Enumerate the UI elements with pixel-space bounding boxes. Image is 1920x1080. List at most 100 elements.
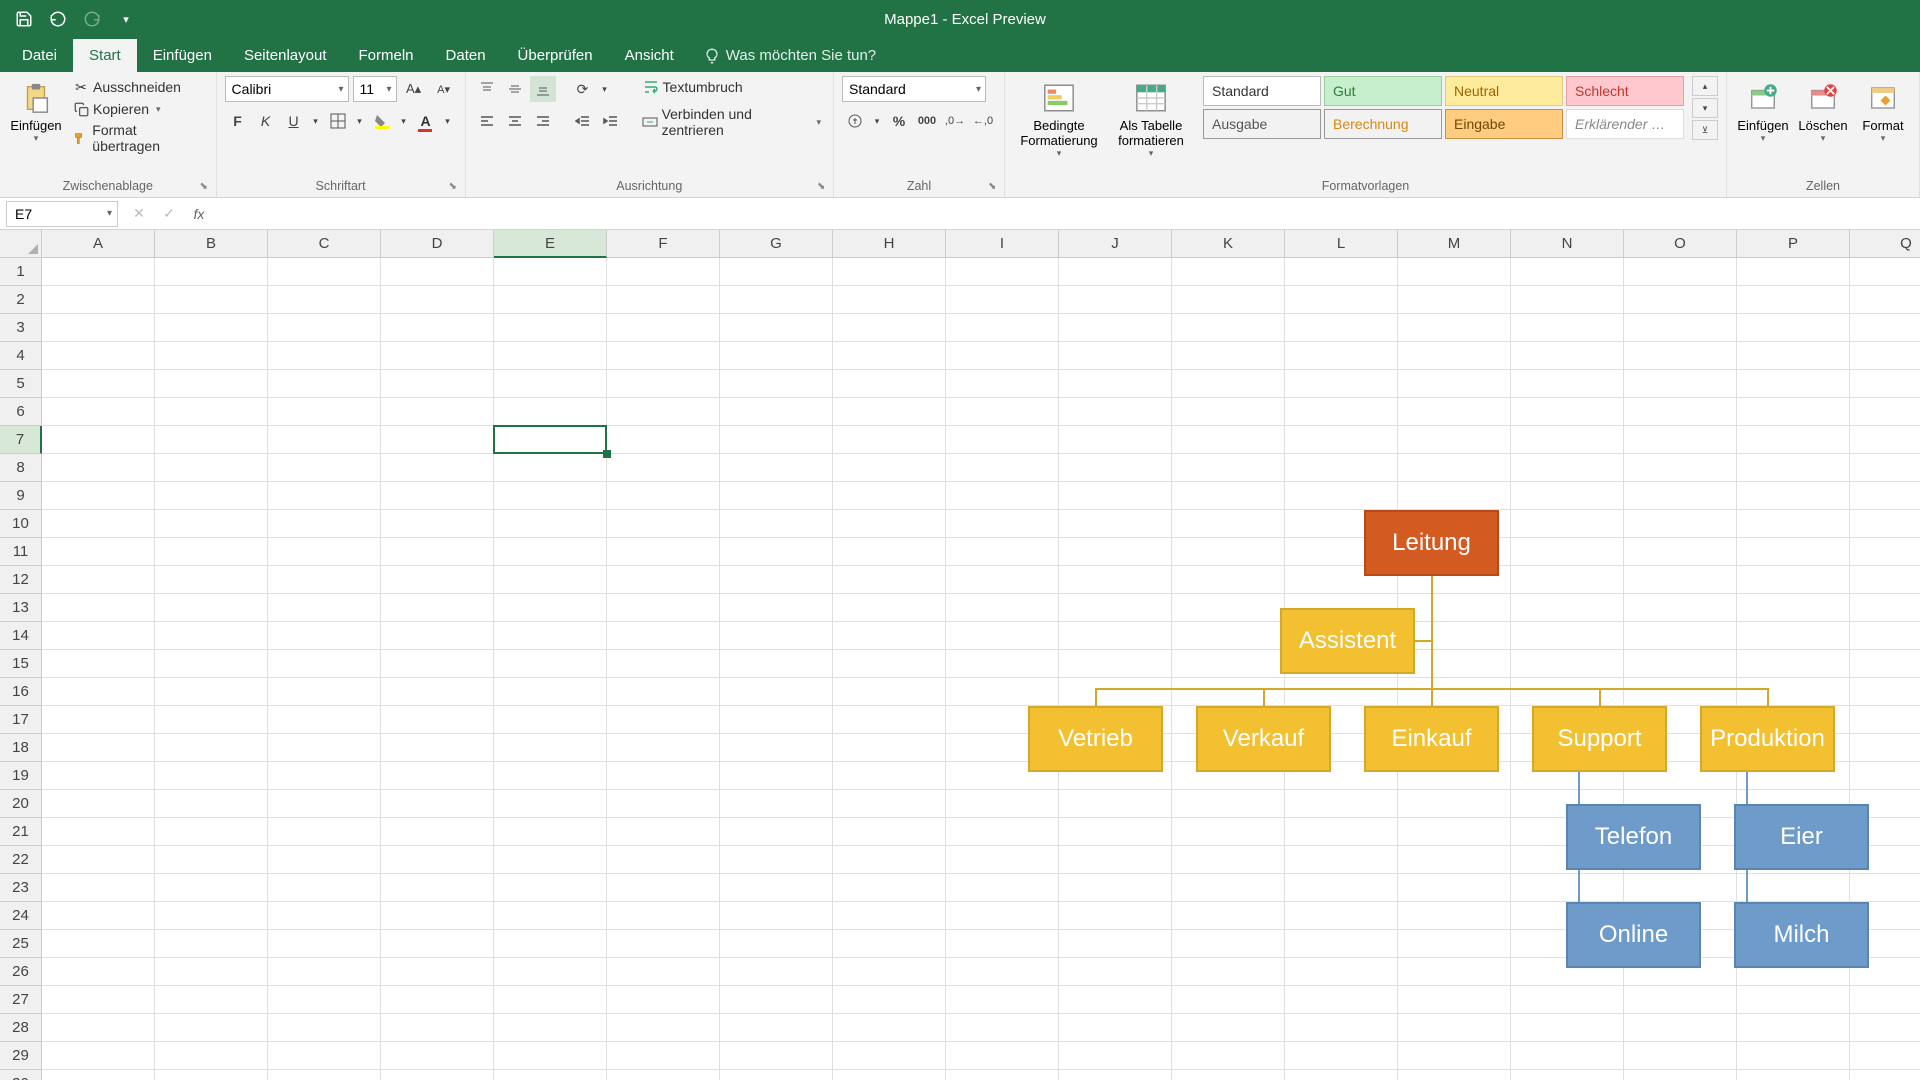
align-middle-icon[interactable] xyxy=(502,76,528,102)
styles-more-icon[interactable]: ⊻ xyxy=(1692,120,1718,140)
cell[interactable] xyxy=(946,790,1059,818)
cell[interactable] xyxy=(946,258,1059,286)
cell[interactable] xyxy=(1172,482,1285,510)
cell[interactable] xyxy=(720,846,833,874)
cell[interactable] xyxy=(833,538,946,566)
cell[interactable] xyxy=(1285,790,1398,818)
cell[interactable] xyxy=(1624,510,1737,538)
cell[interactable] xyxy=(155,398,268,426)
row-header[interactable]: 2 xyxy=(0,286,42,314)
cell[interactable] xyxy=(1172,818,1285,846)
cell-style-erklrender[interactable]: Erklärender … xyxy=(1566,109,1684,139)
cell[interactable] xyxy=(607,454,720,482)
cell[interactable] xyxy=(720,510,833,538)
cell[interactable] xyxy=(494,930,607,958)
org-node-online[interactable]: Online xyxy=(1566,902,1701,968)
cell[interactable] xyxy=(155,734,268,762)
cell[interactable] xyxy=(268,874,381,902)
org-node-einkauf[interactable]: Einkauf xyxy=(1364,706,1499,772)
cell[interactable] xyxy=(607,594,720,622)
cell[interactable] xyxy=(381,426,494,454)
cell[interactable] xyxy=(1737,622,1850,650)
cell[interactable] xyxy=(1850,342,1920,370)
cell[interactable] xyxy=(1285,846,1398,874)
align-right-icon[interactable] xyxy=(530,108,556,134)
save-icon[interactable] xyxy=(10,5,38,33)
cell[interactable] xyxy=(1398,958,1511,986)
cell[interactable] xyxy=(1398,986,1511,1014)
cell[interactable] xyxy=(720,258,833,286)
cell[interactable] xyxy=(607,342,720,370)
cell[interactable] xyxy=(381,650,494,678)
cell[interactable] xyxy=(1398,426,1511,454)
cell[interactable] xyxy=(946,902,1059,930)
cell[interactable] xyxy=(607,650,720,678)
row-header[interactable]: 24 xyxy=(0,902,42,930)
cell[interactable] xyxy=(1059,930,1172,958)
cell[interactable] xyxy=(42,818,155,846)
cell[interactable] xyxy=(720,958,833,986)
cell[interactable] xyxy=(494,594,607,622)
cell[interactable] xyxy=(833,342,946,370)
cell[interactable] xyxy=(268,650,381,678)
cell[interactable] xyxy=(720,454,833,482)
cell[interactable] xyxy=(381,818,494,846)
cell[interactable] xyxy=(720,986,833,1014)
cell[interactable] xyxy=(1737,650,1850,678)
cell[interactable] xyxy=(1624,454,1737,482)
cell[interactable] xyxy=(1059,846,1172,874)
cell[interactable] xyxy=(155,1042,268,1070)
cell[interactable] xyxy=(381,762,494,790)
org-node-assistent[interactable]: Assistent xyxy=(1280,608,1415,674)
cell[interactable] xyxy=(1511,986,1624,1014)
cell[interactable] xyxy=(1172,286,1285,314)
cell[interactable] xyxy=(1511,314,1624,342)
cell[interactable] xyxy=(381,342,494,370)
cell[interactable] xyxy=(268,454,381,482)
cell[interactable] xyxy=(720,594,833,622)
cell[interactable] xyxy=(494,986,607,1014)
cell[interactable] xyxy=(381,1014,494,1042)
cell[interactable] xyxy=(1172,258,1285,286)
row-header[interactable]: 6 xyxy=(0,398,42,426)
cell[interactable] xyxy=(268,846,381,874)
cell[interactable] xyxy=(946,286,1059,314)
align-bottom-icon[interactable] xyxy=(530,76,556,102)
cell-style-berechnung[interactable]: Berechnung xyxy=(1324,109,1442,139)
column-header[interactable]: L xyxy=(1285,230,1398,258)
row-header[interactable]: 28 xyxy=(0,1014,42,1042)
cell[interactable] xyxy=(155,370,268,398)
column-header[interactable]: E xyxy=(494,230,607,258)
cell[interactable] xyxy=(1285,286,1398,314)
cell[interactable] xyxy=(381,594,494,622)
cell[interactable] xyxy=(1737,538,1850,566)
cell[interactable] xyxy=(1511,286,1624,314)
cell[interactable] xyxy=(1172,314,1285,342)
row-header[interactable]: 12 xyxy=(0,566,42,594)
cell[interactable] xyxy=(1511,510,1624,538)
cell[interactable] xyxy=(1737,1014,1850,1042)
cell[interactable] xyxy=(833,594,946,622)
cell[interactable] xyxy=(155,986,268,1014)
cell[interactable] xyxy=(155,818,268,846)
cell[interactable] xyxy=(607,1014,720,1042)
cell[interactable] xyxy=(42,846,155,874)
cell[interactable] xyxy=(1398,790,1511,818)
borders-icon[interactable] xyxy=(325,108,351,134)
cell[interactable] xyxy=(1059,594,1172,622)
cell[interactable] xyxy=(494,510,607,538)
org-node-produktion[interactable]: Produktion xyxy=(1700,706,1835,772)
cell[interactable] xyxy=(155,930,268,958)
merge-center-button[interactable]: Verbinden und zentrieren▾ xyxy=(638,104,825,140)
cell[interactable] xyxy=(720,566,833,594)
align-top-icon[interactable] xyxy=(474,76,500,102)
cell[interactable] xyxy=(720,370,833,398)
cell[interactable] xyxy=(1398,930,1511,958)
cell[interactable] xyxy=(1737,342,1850,370)
cell[interactable] xyxy=(946,958,1059,986)
cell[interactable] xyxy=(1285,678,1398,706)
cell[interactable] xyxy=(720,902,833,930)
comma-icon[interactable]: 000 xyxy=(914,108,940,134)
cell[interactable] xyxy=(1172,958,1285,986)
cell[interactable] xyxy=(1850,678,1920,706)
